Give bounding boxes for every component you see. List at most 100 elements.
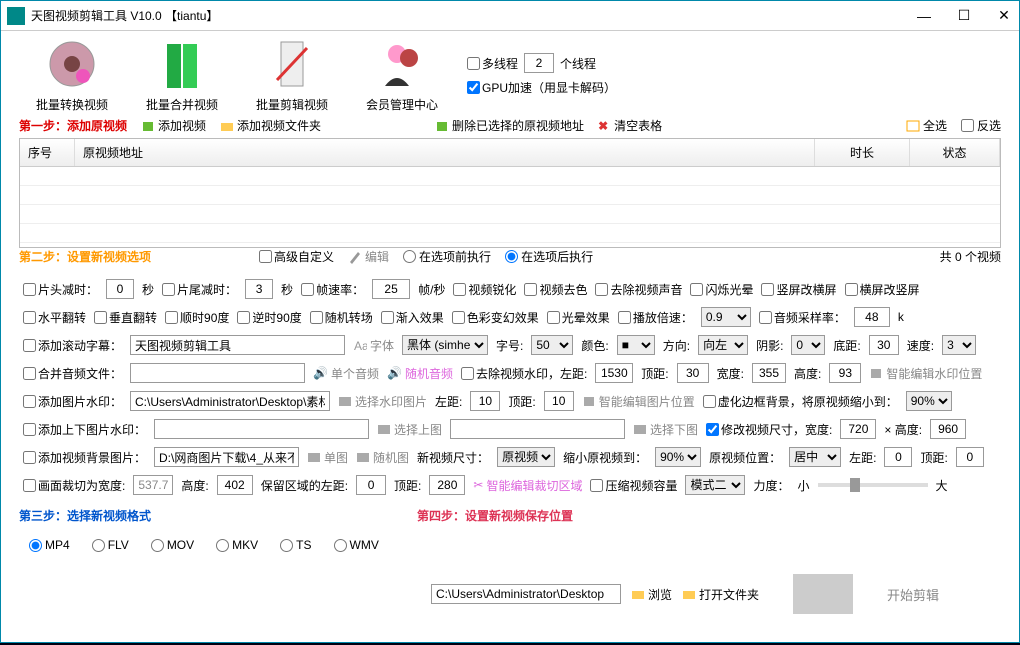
scroll-text-cb[interactable]: 添加滚动字幕：: [23, 337, 122, 354]
rm-wm-cb[interactable]: 去除视频水印，左距:: [461, 365, 587, 382]
speed-select[interactable]: 0.9: [701, 307, 751, 327]
choose-top-button[interactable]: 选择上图: [377, 421, 442, 438]
start-button[interactable]: 开始剪辑: [887, 585, 939, 604]
minimize-button[interactable]: —: [915, 7, 933, 25]
fmt-ts[interactable]: TS: [280, 538, 311, 552]
tb-wm-input2[interactable]: [450, 419, 625, 439]
smart-img-button[interactable]: 智能编辑图片位置: [582, 393, 695, 410]
desat-cb[interactable]: 视频去色: [524, 281, 587, 298]
rm-audio-cb[interactable]: 去除视频声音: [595, 281, 682, 298]
rm-wm-l-input[interactable]: [595, 363, 633, 383]
maximize-button[interactable]: ☐: [955, 7, 973, 25]
choose-wm-button[interactable]: 选择水印图片: [338, 393, 427, 410]
save-path-input[interactable]: [431, 584, 621, 604]
crop-w-input[interactable]: [133, 475, 173, 495]
tool-member[interactable]: 会员管理中心: [347, 36, 457, 113]
compress-slider[interactable]: [818, 483, 928, 487]
font-size-select[interactable]: 50: [531, 335, 573, 355]
nt-input[interactable]: [956, 447, 984, 467]
fmt-wmv[interactable]: WMV: [334, 538, 379, 552]
rand-audio-button[interactable]: 🔊随机音频: [387, 365, 453, 382]
compress-mode-select[interactable]: 模式二: [685, 475, 745, 495]
wm-l-input[interactable]: [470, 391, 500, 411]
smart-crop-button[interactable]: ✂智能编辑裁切区域: [473, 477, 582, 494]
shadow-select[interactable]: 0: [791, 335, 825, 355]
color-select[interactable]: ■: [617, 335, 655, 355]
fliph-cb[interactable]: 水平翻转: [23, 309, 86, 326]
ccw-cb[interactable]: 逆时90度: [237, 309, 301, 326]
fps-input[interactable]: [372, 279, 410, 299]
tool-edit[interactable]: 批量剪辑视频: [237, 36, 347, 113]
select-all-button[interactable]: 全选: [906, 117, 947, 134]
keep-l-input[interactable]: [356, 475, 386, 495]
crop-cb[interactable]: 画面裁切为宽度:: [23, 477, 125, 494]
tool-merge[interactable]: 批量合并视频: [127, 36, 237, 113]
colorshift-cb[interactable]: 色彩变幻效果: [452, 309, 539, 326]
advanced-checkbox[interactable]: 高级自定义: [259, 248, 334, 265]
gpu-checkbox[interactable]: GPU加速（用显卡解码）: [467, 79, 616, 96]
single-audio-button[interactable]: 🔊单个音频: [313, 365, 379, 382]
merge-audio-cb[interactable]: 合并音频文件：: [23, 365, 122, 382]
v2h-cb[interactable]: 竖屏改横屏: [761, 281, 836, 298]
nl-input[interactable]: [884, 447, 912, 467]
fmt-flv[interactable]: FLV: [92, 538, 129, 552]
srate-cb[interactable]: 音频采样率：: [759, 309, 846, 326]
tail-cut-input[interactable]: [245, 279, 273, 299]
single-img-button[interactable]: 单图: [307, 449, 348, 466]
bg-img-cb[interactable]: 添加视频背景图片：: [23, 449, 146, 466]
flipv-cb[interactable]: 垂直翻转: [94, 309, 157, 326]
browse-button[interactable]: 浏览: [631, 586, 672, 603]
edit-button[interactable]: 编辑: [348, 248, 389, 265]
rm-wm-t-input[interactable]: [677, 363, 709, 383]
sharpen-cb[interactable]: 视频锐化: [453, 281, 516, 298]
font-select[interactable]: 黑体 (simhei): [402, 335, 488, 355]
crop-h-input[interactable]: [217, 475, 253, 495]
compress-cb[interactable]: 压缩视频容量: [590, 477, 677, 494]
new-size-select[interactable]: 原视频: [497, 447, 555, 467]
after-radio[interactable]: 在选项后执行: [505, 248, 593, 265]
smart-wm-button[interactable]: 智能编辑水印位置: [869, 365, 982, 382]
open-folder-button[interactable]: 打开文件夹: [682, 586, 759, 603]
tb-wm-cb[interactable]: 添加上下图片水印：: [23, 421, 146, 438]
tb-wm-input[interactable]: [154, 419, 369, 439]
fps-cb[interactable]: 帧速率：: [301, 281, 364, 298]
close-button[interactable]: ✕: [995, 7, 1013, 25]
invert-select-checkbox[interactable]: 反选: [961, 117, 1001, 134]
vw-input[interactable]: [840, 419, 876, 439]
glow-cb[interactable]: 光晕效果: [547, 309, 610, 326]
bg-path-input[interactable]: [154, 447, 299, 467]
mod-size-cb[interactable]: 修改视频尺寸，宽度:: [706, 421, 832, 438]
shrink-select[interactable]: 90%: [655, 447, 701, 467]
bdist-input[interactable]: [869, 335, 899, 355]
wm-t-input[interactable]: [544, 391, 574, 411]
srate-input[interactable]: [854, 307, 890, 327]
rm-wm-w-input[interactable]: [752, 363, 786, 383]
img-wm-path-input[interactable]: [130, 391, 330, 411]
h2v-cb[interactable]: 横屏改竖屏: [845, 281, 920, 298]
img-wm-cb[interactable]: 添加图片水印：: [23, 393, 122, 410]
blur-bg-cb[interactable]: 虚化边框背景，将原视频缩小到：: [703, 393, 898, 410]
fmt-mkv[interactable]: MKV: [216, 538, 258, 552]
flash-cb[interactable]: 闪烁光晕: [690, 281, 753, 298]
video-table[interactable]: 序号 原视频地址 时长 状态: [19, 138, 1001, 248]
gradual-cb[interactable]: 渐入效果: [381, 309, 444, 326]
head-cut-input[interactable]: [106, 279, 134, 299]
blur-select[interactable]: 90%: [906, 391, 952, 411]
scroll-text-input[interactable]: [130, 335, 345, 355]
rm-wm-h-input[interactable]: [829, 363, 861, 383]
font-button[interactable]: Aa字体: [353, 337, 394, 354]
dir-select[interactable]: 向左: [698, 335, 748, 355]
delete-selected-button[interactable]: 删除已选择的原视频地址: [435, 117, 584, 134]
thread-count-input[interactable]: [524, 53, 554, 73]
add-folder-button[interactable]: 添加视频文件夹: [220, 117, 321, 134]
tool-convert[interactable]: 批量转换视频: [17, 36, 127, 113]
clear-table-button[interactable]: ✖清空表格: [598, 117, 662, 134]
keep-t-input[interactable]: [429, 475, 465, 495]
multi-thread-checkbox[interactable]: 多线程: [467, 55, 518, 72]
before-radio[interactable]: 在选项前执行: [403, 248, 491, 265]
tail-cut-cb[interactable]: 片尾减时：: [162, 281, 237, 298]
rand-img-button[interactable]: 随机图: [356, 449, 409, 466]
fmt-mov[interactable]: MOV: [151, 538, 194, 552]
cw-cb[interactable]: 顺时90度: [165, 309, 229, 326]
randtrans-cb[interactable]: 随机转场: [310, 309, 373, 326]
